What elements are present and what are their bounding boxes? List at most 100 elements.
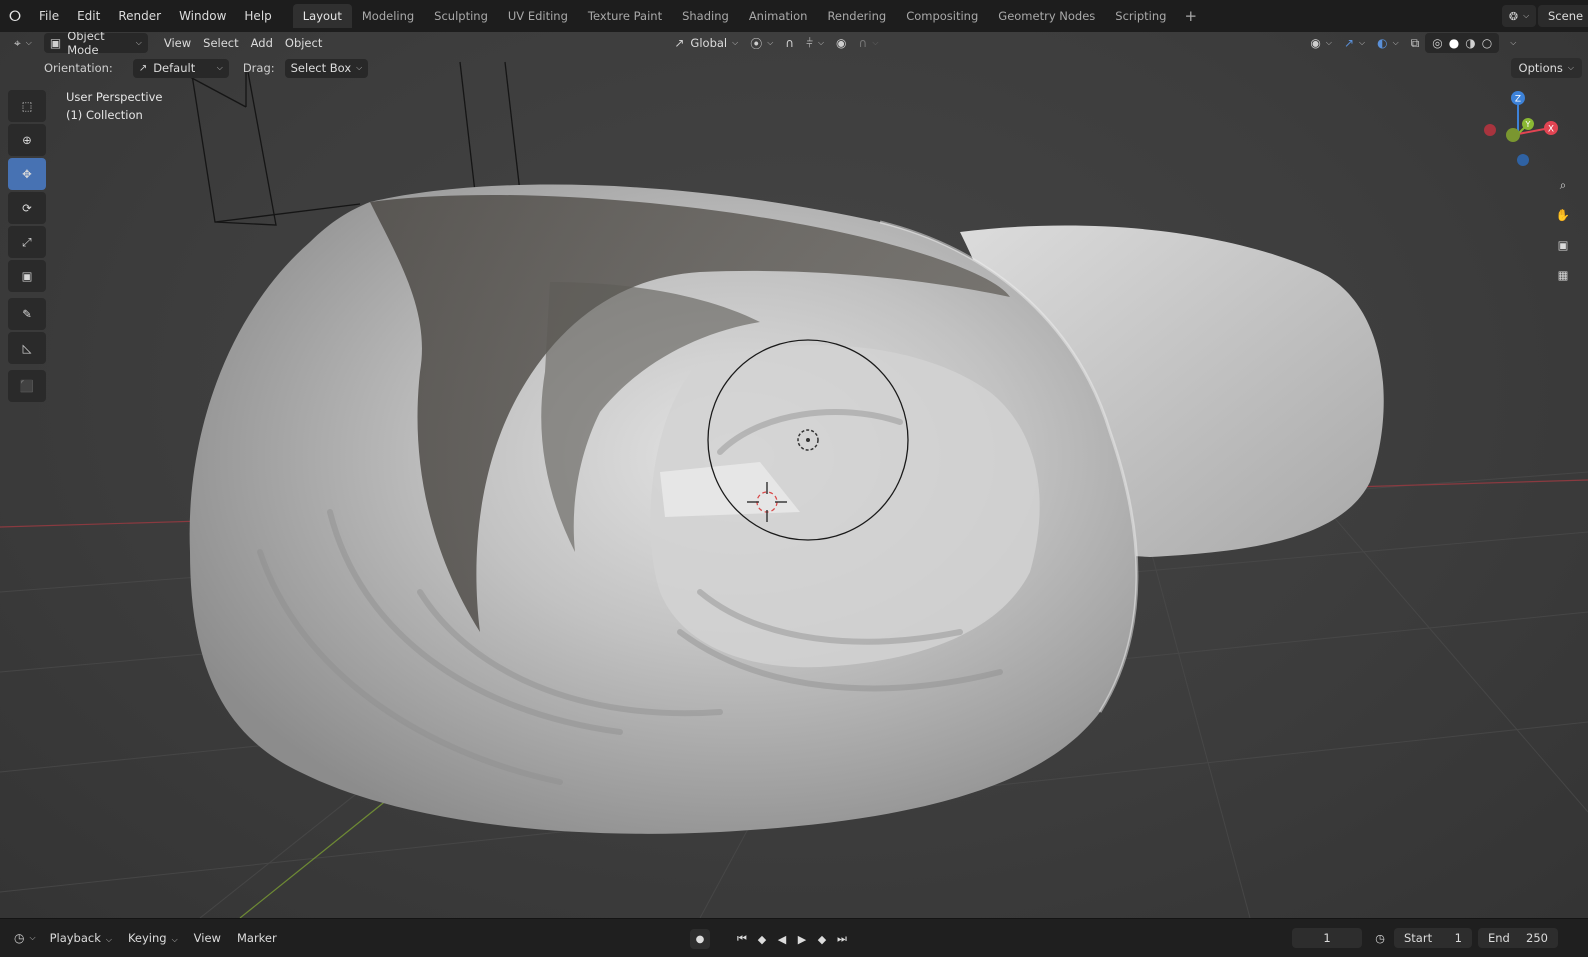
tab-geometry-nodes[interactable]: Geometry Nodes bbox=[988, 4, 1105, 28]
transform-orientation-label: Global bbox=[690, 36, 728, 50]
move-tool[interactable]: ✥ bbox=[8, 158, 46, 190]
select-box-tool[interactable]: ⬚ bbox=[8, 90, 46, 122]
viewport-scene bbox=[0, 61, 1588, 918]
chevron-down-icon: ⌵ bbox=[216, 63, 223, 72]
menu-file[interactable]: File bbox=[30, 9, 68, 23]
annotate-icon: ✎ bbox=[22, 307, 32, 321]
menu-marker[interactable]: Marker bbox=[229, 931, 285, 945]
hand-icon: ✋ bbox=[1555, 208, 1571, 222]
snap-target-dropdown[interactable]: ⫩ ⌵ bbox=[800, 33, 830, 53]
cursor-tool[interactable]: ⊕ bbox=[8, 124, 46, 156]
timeline-editor-type[interactable]: ◷ ⌵ bbox=[8, 928, 42, 948]
object-mode-icon: ▣ bbox=[49, 36, 62, 50]
tab-scripting[interactable]: Scripting bbox=[1105, 4, 1176, 28]
camera-view-button[interactable]: ▣ bbox=[1550, 232, 1576, 258]
menu-timeline-view[interactable]: View bbox=[186, 931, 229, 945]
drag-dropdown[interactable]: Select Box ⌵ bbox=[284, 58, 369, 78]
orientation-value: Default bbox=[153, 61, 196, 75]
menu-keying[interactable]: Keying ⌵ bbox=[120, 931, 186, 945]
blender-logo-icon[interactable]: ⭘ bbox=[0, 0, 30, 32]
falloff-dropdown[interactable]: ∩ ⌵ bbox=[853, 33, 885, 53]
workspace-tabs: Layout Modeling Sculpting UV Editing Tex… bbox=[292, 0, 1205, 32]
pivot-dropdown[interactable]: ⦿ ⌵ bbox=[744, 33, 779, 53]
add-workspace-icon[interactable]: + bbox=[1176, 7, 1205, 25]
shading-options-dropdown[interactable]: ⌵ bbox=[1499, 33, 1522, 53]
grid-view-icon: ▦ bbox=[1557, 268, 1569, 282]
snap-toggle[interactable]: ∩ bbox=[779, 33, 800, 53]
zoom-button[interactable]: ⌕ bbox=[1550, 172, 1576, 198]
mode-label: Object Mode bbox=[67, 32, 105, 57]
solid-shading-icon[interactable]: ● bbox=[1449, 36, 1459, 50]
perspective-label: User Perspective bbox=[66, 90, 163, 104]
pan-button[interactable]: ✋ bbox=[1550, 202, 1576, 228]
tab-compositing[interactable]: Compositing bbox=[896, 4, 988, 28]
menu-playback[interactable]: Playback ⌵ bbox=[42, 931, 120, 945]
material-shading-icon[interactable]: ◑ bbox=[1465, 36, 1475, 50]
tab-texture-paint[interactable]: Texture Paint bbox=[578, 4, 672, 28]
play-reverse-button[interactable]: ◀ bbox=[772, 929, 792, 949]
prev-keyframe-button[interactable]: ◆ bbox=[752, 929, 772, 949]
jump-end-button[interactable]: ⏭ bbox=[832, 929, 852, 949]
menu-help[interactable]: Help bbox=[235, 9, 280, 23]
menu-render[interactable]: Render bbox=[109, 9, 170, 23]
ortho-toggle-button[interactable]: ▦ bbox=[1550, 262, 1576, 288]
svg-text:Y: Y bbox=[1525, 120, 1531, 129]
tab-animation[interactable]: Animation bbox=[739, 4, 818, 28]
start-frame-field[interactable]: Start 1 bbox=[1394, 928, 1472, 948]
zoom-icon: ⌕ bbox=[1559, 177, 1567, 192]
scale-tool[interactable]: ⤢ bbox=[8, 226, 46, 258]
gizmo-toggle[interactable]: ↗ ⌵ bbox=[1338, 33, 1371, 53]
gizmo-neg-x bbox=[1484, 124, 1496, 136]
menu-add[interactable]: Add bbox=[245, 33, 279, 53]
proportional-edit-toggle[interactable]: ◉ bbox=[830, 33, 852, 53]
tab-sculpting[interactable]: Sculpting bbox=[424, 4, 498, 28]
tab-rendering[interactable]: Rendering bbox=[817, 4, 896, 28]
overlay-toggle[interactable]: ◐ ⌵ bbox=[1371, 33, 1405, 53]
xray-toggle[interactable]: ⧉ bbox=[1405, 33, 1426, 53]
measure-tool[interactable]: ◺ bbox=[8, 332, 46, 364]
menu-select[interactable]: Select bbox=[197, 33, 244, 53]
record-icon: ● bbox=[695, 933, 705, 945]
drag-value: Select Box bbox=[290, 61, 352, 75]
transform-tool[interactable]: ▣ bbox=[8, 260, 46, 292]
scene-icon[interactable]: ❂ ⌵ bbox=[1502, 5, 1536, 27]
menu-edit[interactable]: Edit bbox=[68, 9, 109, 23]
rendered-shading-icon[interactable]: ○ bbox=[1482, 36, 1492, 50]
jump-start-icon: ⏮ bbox=[737, 932, 747, 945]
tool-shelf: ⬚ ⊕ ✥ ⟳ ⤢ ▣ ✎ ◺ ⬛ bbox=[8, 90, 48, 404]
start-value: 1 bbox=[1454, 931, 1462, 945]
tool-settings-bar: Orientation: ↗ Default ⌵ Drag: Select Bo… bbox=[0, 57, 369, 79]
editor-type-button[interactable]: ⌖ ⌵ bbox=[8, 33, 38, 53]
add-cube-tool[interactable]: ⬛ bbox=[8, 370, 46, 402]
scene-name[interactable]: Scene bbox=[1538, 5, 1588, 27]
main-menu: File Edit Render Window Help bbox=[30, 9, 281, 23]
end-frame-field[interactable]: End 250 bbox=[1478, 928, 1558, 948]
navigation-gizmo[interactable]: Z X Y bbox=[1480, 88, 1570, 178]
rotate-tool[interactable]: ⟳ bbox=[8, 192, 46, 224]
orientation-dropdown[interactable]: ↗ Default ⌵ bbox=[132, 58, 229, 78]
scale-icon: ⤢ bbox=[22, 234, 32, 249]
tab-shading[interactable]: Shading bbox=[672, 4, 739, 28]
menu-object[interactable]: Object bbox=[279, 33, 328, 53]
menu-window[interactable]: Window bbox=[170, 9, 235, 23]
mode-dropdown[interactable]: ▣ Object Mode ⌵ bbox=[43, 32, 148, 57]
tab-layout[interactable]: Layout bbox=[292, 4, 352, 28]
jump-start-button[interactable]: ⏮ bbox=[732, 929, 752, 949]
next-keyframe-button[interactable]: ◆ bbox=[812, 929, 832, 949]
annotate-tool[interactable]: ✎ bbox=[8, 298, 46, 330]
visibility-dropdown[interactable]: ◉ ⌵ bbox=[1304, 33, 1338, 53]
play-reverse-icon: ◀ bbox=[777, 932, 787, 946]
tab-uv-editing[interactable]: UV Editing bbox=[498, 4, 578, 28]
options-dropdown[interactable]: Options ⌵ bbox=[1510, 58, 1582, 78]
3d-viewport[interactable]: ⌖ ⌵ ▣ Object Mode ⌵ View Select Add Objec… bbox=[0, 32, 1588, 918]
play-button[interactable]: ▶ bbox=[792, 929, 812, 949]
cursor-icon: ⊕ bbox=[22, 133, 32, 147]
current-frame-field[interactable]: 1 bbox=[1292, 928, 1362, 948]
auto-keying-toggle[interactable]: ● bbox=[690, 929, 710, 949]
menu-view[interactable]: View bbox=[158, 33, 197, 53]
transform-orientation-dropdown[interactable]: ↗ Global ⌵ bbox=[668, 33, 744, 53]
preview-range-toggle[interactable]: ◷ bbox=[1370, 928, 1390, 948]
timeline-menus: ◷ ⌵ Playback ⌵ Keying ⌵ View Marker bbox=[8, 928, 285, 948]
tab-modeling[interactable]: Modeling bbox=[352, 4, 424, 28]
wireframe-shading-icon[interactable]: ◎ bbox=[1432, 36, 1442, 50]
